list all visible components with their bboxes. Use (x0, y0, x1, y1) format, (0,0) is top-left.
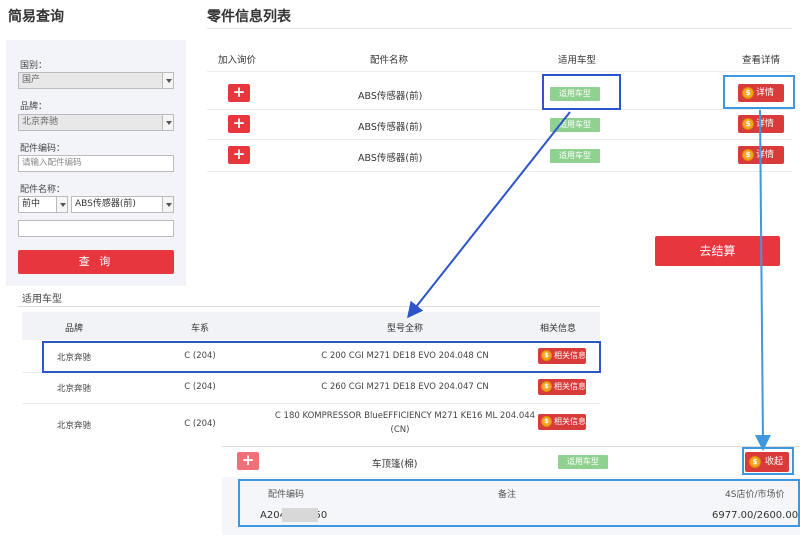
annotation-arrows (407, 109, 771, 451)
arrow-to-details (754, 109, 771, 451)
arrow-to-vehicles (407, 111, 571, 319)
